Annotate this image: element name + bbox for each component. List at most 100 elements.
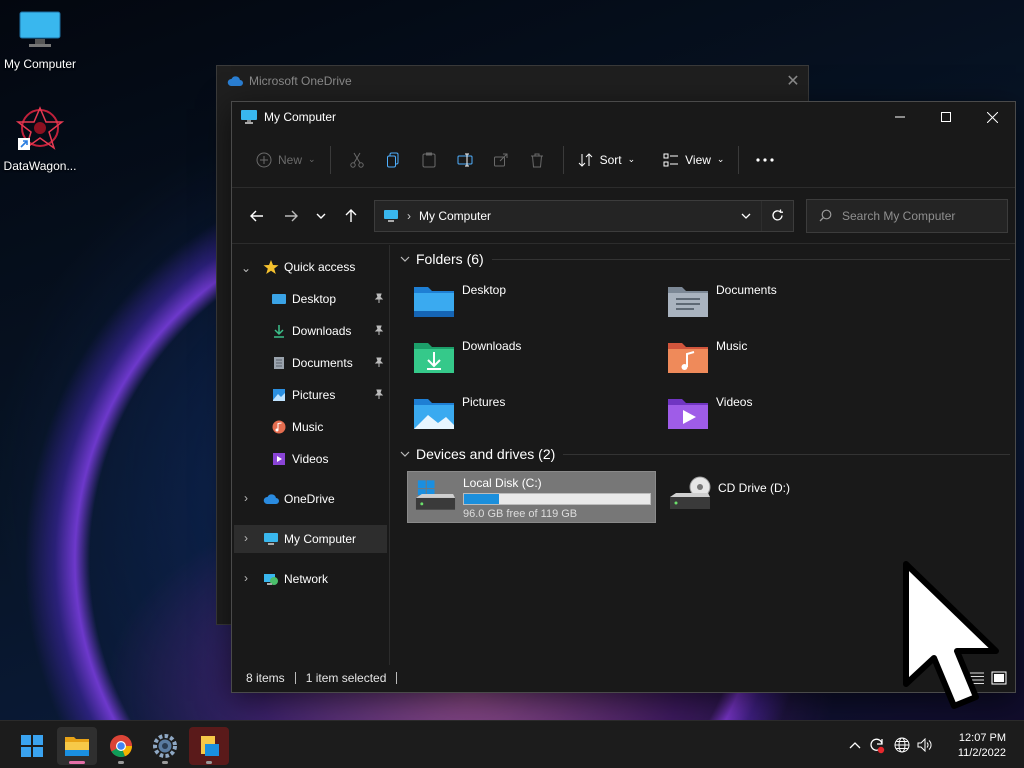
- cut-button[interactable]: [339, 144, 375, 176]
- close-icon[interactable]: ✕: [778, 71, 808, 91]
- nav-item-downloads[interactable]: Downloads: [270, 317, 390, 345]
- scissors-icon: [349, 152, 364, 168]
- paste-button[interactable]: [411, 144, 447, 176]
- arrow-right-icon: [285, 210, 298, 221]
- folder-music[interactable]: Music: [666, 339, 747, 375]
- folder-label: Documents: [716, 283, 777, 297]
- refresh-button[interactable]: [761, 200, 793, 231]
- chevron-up-icon[interactable]: [846, 741, 864, 749]
- new-label: New: [278, 152, 303, 167]
- rename-icon: [457, 153, 473, 166]
- copy-button[interactable]: [375, 144, 411, 176]
- search-box[interactable]: Search My Computer: [806, 198, 1008, 233]
- nav-item-music[interactable]: Music: [270, 413, 323, 441]
- back-button[interactable]: [242, 201, 272, 231]
- address-row: › My Computer Search My Computer: [232, 188, 1015, 244]
- address-bar[interactable]: › My Computer: [374, 199, 794, 232]
- nav-item-onedrive[interactable]: OneDrive: [262, 485, 335, 513]
- nav-label: Downloads: [292, 324, 352, 338]
- system-tray: [846, 721, 936, 768]
- folder-label: Music: [716, 339, 748, 353]
- chevron-right-icon[interactable]: ›: [238, 491, 254, 505]
- star-icon: [263, 260, 279, 274]
- onedrive-titlebar: Microsoft OneDrive ✕: [217, 66, 808, 96]
- drive-cd-d[interactable]: CD Drive (D:): [662, 471, 911, 523]
- separator: [738, 145, 740, 174]
- folder-desktop[interactable]: Desktop: [412, 283, 506, 319]
- folder-pictures[interactable]: Pictures: [412, 395, 505, 431]
- videos-folder-icon: [668, 399, 708, 429]
- paste-icon: [422, 152, 436, 167]
- maximize-button[interactable]: [923, 102, 969, 132]
- minimize-button[interactable]: [877, 102, 923, 132]
- more-options-button[interactable]: [747, 144, 783, 176]
- more-icon: [756, 157, 775, 162]
- file-explorer-window[interactable]: My Computer New ⌄ Sort ⌄ View ⌄ › My Com…: [231, 101, 1016, 693]
- delete-button[interactable]: [519, 144, 555, 176]
- nav-item-my-computer[interactable]: My Computer: [234, 525, 387, 553]
- drives-section-header[interactable]: Devices and drives (2): [400, 446, 1010, 462]
- close-button[interactable]: [969, 102, 1015, 132]
- app-icon: [201, 736, 219, 756]
- desktop-icon-label: DataWagon...: [3, 159, 77, 173]
- sort-button[interactable]: Sort ⌄: [572, 144, 642, 176]
- music-icon: [272, 420, 286, 434]
- folder-documents[interactable]: Documents: [666, 283, 777, 319]
- nav-item-network[interactable]: Network: [262, 565, 328, 593]
- address-dropdown-button[interactable]: [731, 213, 761, 219]
- nav-item-desktop[interactable]: Desktop: [270, 285, 390, 313]
- nav-label: My Computer: [284, 532, 357, 546]
- datawagon-logo-icon: [15, 106, 65, 150]
- desktop-folder-icon: [272, 294, 286, 304]
- chevron-right-icon[interactable]: ›: [238, 571, 254, 585]
- chevron-right-icon: ›: [407, 208, 411, 223]
- clock-time: 12:07 PM: [958, 732, 1006, 744]
- volume-icon[interactable]: [914, 738, 936, 752]
- nav-label: Quick access: [284, 260, 356, 274]
- status-bar: 8 items 1 item selected: [232, 664, 1015, 692]
- settings-icon: [153, 734, 177, 758]
- cloud-icon: [263, 494, 279, 504]
- view-button[interactable]: View ⌄: [657, 144, 730, 176]
- trash-icon: [530, 153, 543, 167]
- taskbar-app[interactable]: [189, 727, 229, 765]
- folders-section-header[interactable]: Folders (6): [400, 251, 1010, 267]
- monitor-icon: [241, 110, 257, 124]
- taskbar-settings[interactable]: [145, 727, 185, 765]
- search-icon: [819, 209, 832, 222]
- disk-usage-fill: [464, 494, 500, 504]
- folder-videos[interactable]: Videos: [666, 395, 752, 431]
- sort-icon: [578, 152, 592, 167]
- folder-downloads[interactable]: Downloads: [412, 339, 521, 375]
- chevron-down-icon: ⌄: [308, 154, 316, 164]
- monitor-icon: [384, 209, 398, 222]
- taskbar-file-explorer[interactable]: [57, 727, 97, 765]
- chevron-down-icon: [400, 451, 410, 457]
- nav-item-pictures[interactable]: Pictures: [270, 381, 390, 409]
- chevron-right-icon[interactable]: ›: [238, 531, 254, 545]
- up-button[interactable]: [336, 201, 366, 231]
- clock[interactable]: 12:07 PM 11/2/2022: [958, 731, 1006, 761]
- download-arrow-icon: [274, 325, 284, 338]
- monitor-icon: [19, 11, 61, 47]
- desktop-icon-datawagon[interactable]: DataWagon...: [0, 106, 80, 173]
- chevron-down-icon: [400, 256, 410, 262]
- forward-button[interactable]: [276, 201, 306, 231]
- network-icon: [264, 574, 278, 585]
- taskbar-chrome[interactable]: [101, 727, 141, 765]
- start-button[interactable]: [12, 727, 52, 765]
- share-button[interactable]: [483, 144, 519, 176]
- desktop-icon-my-computer[interactable]: My Computer: [0, 10, 80, 71]
- nav-item-documents[interactable]: Documents: [270, 349, 390, 377]
- chevron-down-icon[interactable]: ⌄: [238, 261, 254, 275]
- rename-button[interactable]: [447, 144, 483, 176]
- new-button[interactable]: New ⌄: [250, 144, 322, 176]
- nav-item-videos[interactable]: Videos: [270, 445, 328, 473]
- nav-label: OneDrive: [284, 492, 335, 506]
- drive-local-disk-c[interactable]: Local Disk (C:) 96.0 GB free of 119 GB: [407, 471, 656, 523]
- recent-locations-button[interactable]: [306, 201, 336, 231]
- globe-icon[interactable]: [890, 737, 914, 753]
- sync-alert-icon[interactable]: [864, 736, 890, 754]
- nav-item-quick-access[interactable]: Quick access: [262, 253, 355, 281]
- chrome-icon: [110, 735, 133, 758]
